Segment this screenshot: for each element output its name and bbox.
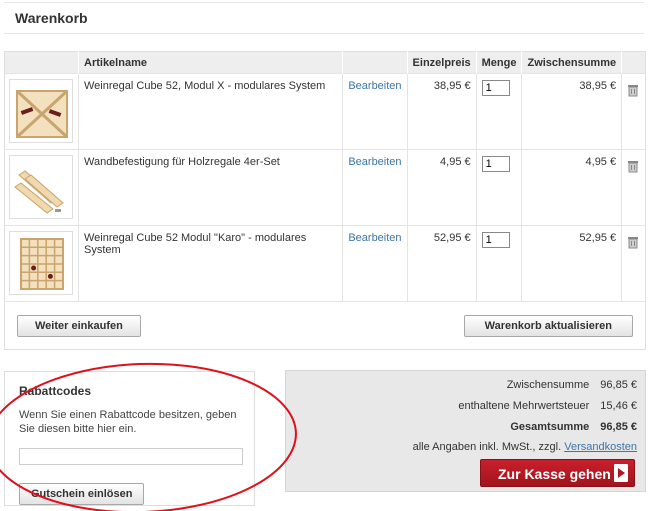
product-image-cell (4, 149, 79, 226)
subtotal-column-header: Zwischensumme (521, 51, 623, 74)
subtotal-label: Zwischensumme (506, 379, 590, 391)
remove-cell (621, 225, 646, 302)
edit-cell: Bearbeiten (342, 225, 408, 302)
edit-column-header (342, 51, 408, 74)
trash-icon[interactable] (627, 159, 639, 173)
product-image-wine-rack-x[interactable] (9, 79, 73, 143)
shipping-note-text: alle Angaben inkl. MwSt., zzgl. (412, 441, 562, 453)
product-name: Weinregal Cube 52 Modul "Karo" - modular… (78, 225, 344, 302)
trash-icon[interactable] (627, 235, 639, 249)
row-subtotal: 52,95 € (521, 225, 623, 302)
vat-label: enthaltene Mehrwertsteuer (458, 400, 590, 412)
image-column-header (4, 51, 79, 74)
article-column-header: Artikelname (78, 51, 344, 74)
shipping-note: alle Angaben inkl. MwSt., zzgl. Versandk… (413, 441, 637, 453)
remove-cell (621, 149, 646, 226)
checkout-button-label: Zur Kasse gehen (498, 466, 611, 482)
table-header-row: Artikelname Einzelpreis Menge Zwischensu… (4, 51, 646, 74)
edit-link[interactable]: Bearbeiten (348, 232, 401, 244)
table-row: Wandbefestigung für Holzregale 4er-Set B… (4, 149, 646, 226)
trash-icon[interactable] (627, 83, 639, 97)
cart-actions-cell: Weiter einkaufen Warenkorb aktualisieren (4, 301, 646, 350)
arrow-right-icon (614, 464, 628, 482)
totals-vat-row: enthaltene Mehrwertsteuer 15,46 € (458, 400, 637, 412)
row-subtotal: 4,95 € (521, 149, 623, 226)
coupon-code-input[interactable] (19, 448, 243, 465)
coupon-description: Wenn Sie einen Rabattcode besitzen, gebe… (19, 409, 237, 435)
vat-value: 15,46 € (600, 400, 637, 412)
product-name: Wandbefestigung für Holzregale 4er-Set (78, 149, 344, 226)
quantity-cell (476, 149, 523, 226)
shipping-costs-link[interactable]: Versandkosten (564, 441, 637, 453)
totals-subtotal-row: Zwischensumme 96,85 € (507, 379, 637, 391)
page-title: Warenkorb (4, 2, 644, 34)
continue-shopping-button[interactable]: Weiter einkaufen (17, 314, 141, 337)
totals-grand-total-row: Gesamtsumme 96,85 € (510, 421, 637, 433)
cart-actions-row: Weiter einkaufen Warenkorb aktualisieren (4, 301, 646, 350)
table-row: Weinregal Cube 52 Modul "Karo" - modular… (4, 225, 646, 302)
edit-cell: Bearbeiten (342, 73, 408, 150)
unit-price: 52,95 € (407, 225, 477, 302)
quantity-cell (476, 73, 523, 150)
product-image-wall-brackets[interactable] (9, 155, 73, 219)
product-image-cell (4, 73, 79, 150)
update-cart-button[interactable]: Warenkorb aktualisieren (463, 314, 633, 337)
coupon-title: Rabattcodes (19, 384, 92, 398)
cart-table: Artikelname Einzelpreis Menge Zwischensu… (4, 51, 646, 350)
product-image-wine-rack-karo[interactable] (9, 231, 73, 295)
unit-price: 38,95 € (407, 73, 477, 150)
redeem-coupon-button[interactable]: Gutschein einlösen (19, 483, 145, 505)
grand-total-value: 96,85 € (600, 421, 637, 433)
product-name: Weinregal Cube 52, Modul X - modulares S… (78, 73, 344, 150)
row-subtotal: 38,95 € (521, 73, 623, 150)
unit-price-column-header: Einzelpreis (407, 51, 477, 74)
edit-cell: Bearbeiten (342, 149, 408, 226)
quantity-cell (476, 225, 523, 302)
totals-panel: Zwischensumme 96,85 € enthaltene Mehrwer… (285, 370, 646, 492)
checkout-button[interactable]: Zur Kasse gehen (480, 459, 635, 487)
coupon-panel: Rabattcodes Wenn Sie einen Rabattcode be… (4, 371, 255, 506)
product-image-cell (4, 225, 79, 302)
quantity-input[interactable] (481, 80, 510, 96)
unit-price: 4,95 € (407, 149, 477, 226)
quantity-input[interactable] (481, 232, 510, 248)
grand-total-label: Gesamtsumme (510, 421, 590, 433)
edit-link[interactable]: Bearbeiten (348, 80, 401, 92)
remove-cell (621, 73, 646, 150)
quantity-column-header: Menge (476, 51, 523, 74)
edit-link[interactable]: Bearbeiten (348, 156, 401, 168)
quantity-input[interactable] (481, 156, 510, 172)
table-row: Weinregal Cube 52, Modul X - modulares S… (4, 73, 646, 150)
subtotal-value: 96,85 € (600, 379, 637, 391)
remove-column-header (621, 51, 646, 74)
